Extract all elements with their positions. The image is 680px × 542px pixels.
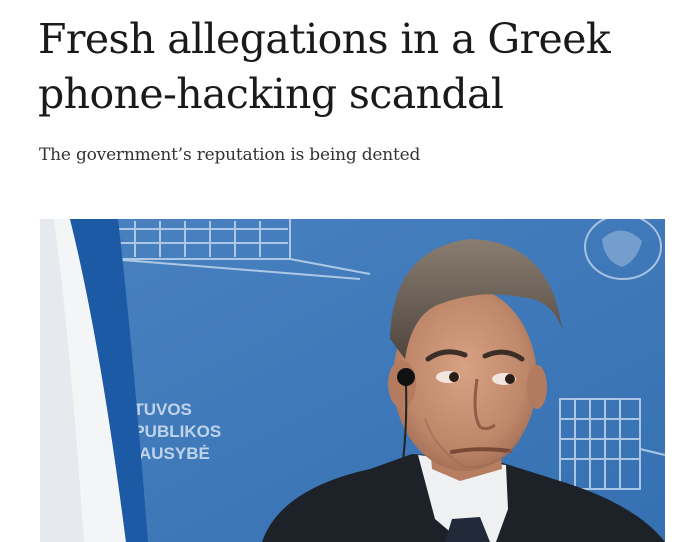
article-photo: ETUVOS SPUBLIKOS RIAUSYBĖ <box>40 219 665 542</box>
article-headline: Fresh allegations in a Greek phone-hacki… <box>38 15 611 118</box>
section-label-cutoff <box>40 0 110 2</box>
article-standfirst: The government’s reputation is being den… <box>39 145 421 165</box>
